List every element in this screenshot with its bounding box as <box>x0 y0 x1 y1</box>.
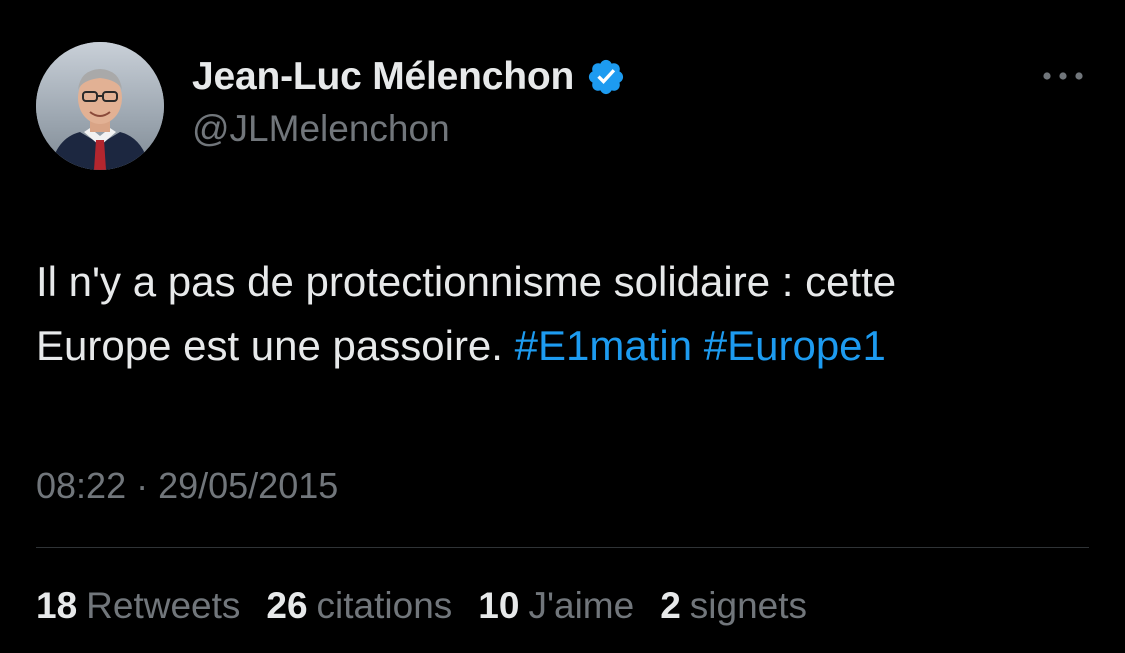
retweets-stat[interactable]: 18 Retweets <box>36 585 240 627</box>
likes-stat[interactable]: 10 J'aime <box>478 585 634 627</box>
engagement-stats: 18 Retweets 26 citations 10 J'aime 2 sig… <box>36 585 833 627</box>
stat-label: signets <box>689 585 808 626</box>
profile-photo <box>36 42 164 170</box>
tweet-line-2: Europe est une passoire. #E1matin #Europ… <box>36 314 1106 378</box>
hashtag-link[interactable]: #E1matin <box>515 322 692 369</box>
stat-count: 18 <box>36 585 78 626</box>
hashtag-link[interactable]: #Europe1 <box>704 322 886 369</box>
stat-count: 2 <box>660 585 681 626</box>
more-horizontal-icon[interactable] <box>1040 66 1086 86</box>
stat-label: J'aime <box>528 585 635 626</box>
author-handle[interactable]: @JLMelenchon <box>192 108 450 150</box>
bookmarks-stat[interactable]: 2 signets <box>660 585 807 627</box>
tweet-timestamp[interactable]: 08:22 · 29/05/2015 <box>36 465 338 507</box>
divider <box>36 547 1089 548</box>
quotes-stat[interactable]: 26 citations <box>266 585 452 627</box>
stat-label: citations <box>316 585 453 626</box>
tweet-line-1: Il n'y a pas de protectionnisme solidair… <box>36 258 897 305</box>
author-display-name[interactable]: Jean-Luc Mélenchon <box>192 52 626 102</box>
stat-label: Retweets <box>86 585 241 626</box>
avatar[interactable] <box>36 42 164 170</box>
tweet-line-2-text: Europe est une passoire. <box>36 322 503 369</box>
verified-badge-icon <box>589 59 624 95</box>
author-name-text: Jean-Luc Mélenchon <box>192 55 575 98</box>
tweet-text: Il n'y a pas de protectionnisme solidair… <box>36 250 1106 378</box>
stat-count: 10 <box>478 585 520 626</box>
stat-count: 26 <box>266 585 308 626</box>
